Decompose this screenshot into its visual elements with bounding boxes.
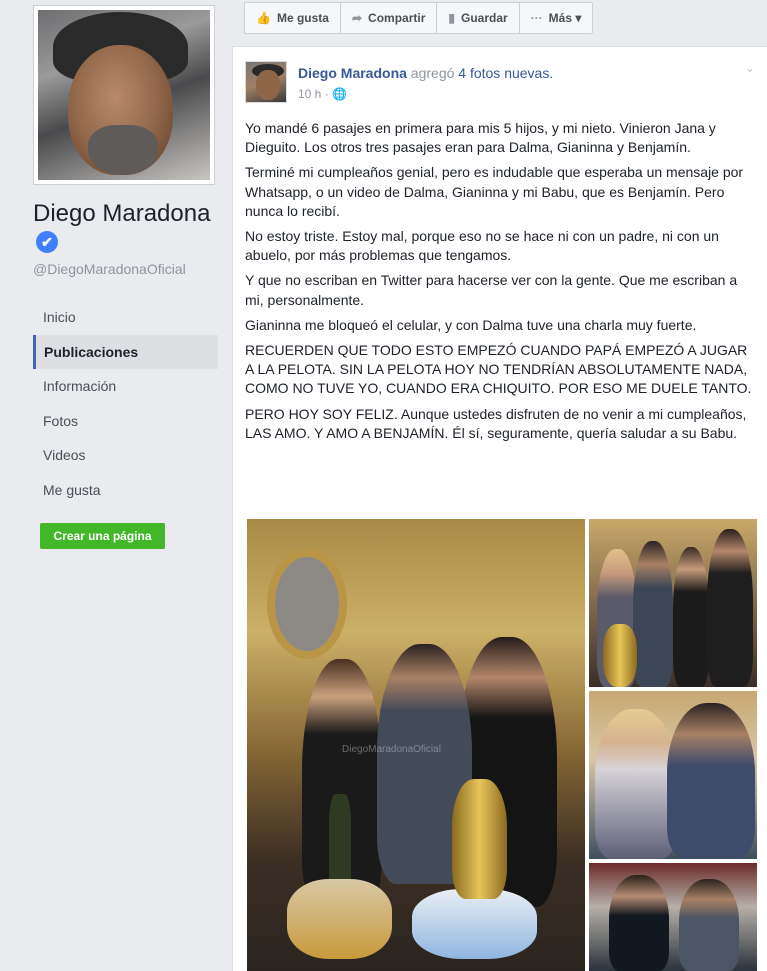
post-paragraph: Gianinna me bloqueó el celular, y con Da… — [245, 316, 697, 333]
page-nav: Inicio Publicaciones Información Fotos V… — [33, 300, 218, 507]
like-page-button[interactable]: 👍 Me gusta — [244, 2, 341, 34]
post-paragraph: PERO HOY SOY FELIZ. Aunque ustedes disfr… — [245, 405, 747, 441]
cake-left — [287, 879, 392, 959]
dot-separator: · — [324, 87, 329, 101]
nav-item-publicaciones[interactable]: Publicaciones — [33, 334, 218, 369]
page-name-text[interactable]: Diego Maradona — [33, 200, 210, 227]
page-handle: @DiegoMaradonaOficial — [33, 261, 186, 277]
more-label: Más ▾ — [548, 11, 582, 25]
post-author-avatar[interactable] — [245, 61, 287, 103]
globe-icon: 🌐 — [332, 87, 347, 101]
create-page-button[interactable]: Crear una página — [40, 523, 165, 549]
bookmark-icon: ▮ — [448, 11, 455, 25]
share-arrow-icon: ➦ — [351, 11, 363, 25]
photo-thumb-3[interactable] — [589, 863, 757, 971]
post-author-link[interactable]: Diego Maradona — [298, 65, 407, 81]
photo-watermark: DiegoMaradonaOficial — [342, 744, 441, 755]
like-label: Me gusta — [276, 11, 329, 25]
post-action-text: agregó — [410, 65, 455, 81]
post-meta: 10 h · 🌐 — [298, 87, 347, 101]
photo-thumb-1[interactable] — [589, 519, 757, 687]
post-text: Yo mandé 6 pasajes en primera para mis 5… — [245, 119, 757, 449]
share-button[interactable]: ➦ Compartir — [340, 2, 438, 34]
photo-grid: DiegoMaradonaOficial — [247, 519, 757, 971]
mirror-decoration — [267, 549, 347, 659]
more-button[interactable]: ··· Más ▾ — [519, 2, 594, 34]
profile-photo — [38, 10, 210, 180]
post-paragraph: Terminé mi cumpleaños genial, pero es in… — [245, 164, 744, 219]
chevron-down-icon[interactable]: ⌄ — [745, 61, 755, 75]
page-title[interactable]: Diego Maradona ✔ — [33, 200, 223, 256]
post-timestamp[interactable]: 10 h — [298, 87, 321, 101]
trophy-cake — [452, 779, 507, 899]
nav-item-videos[interactable]: Videos — [33, 438, 218, 473]
share-label: Compartir — [368, 11, 426, 25]
verified-badge-icon: ✔ — [36, 231, 58, 253]
cake-right — [412, 889, 537, 959]
post-paragraph: RECUERDEN QUE TODO ESTO EMPEZÓ CUANDO PA… — [245, 342, 752, 397]
nav-item-fotos[interactable]: Fotos — [33, 404, 218, 439]
nav-item-me-gusta[interactable]: Me gusta — [33, 473, 218, 508]
left-column: Diego Maradona ✔ @DiegoMaradonaOficial In… — [0, 0, 232, 971]
post-header: Diego Maradona agregó 4 fotos nuevas. — [298, 65, 553, 81]
save-button[interactable]: ▮ Guardar — [437, 2, 520, 34]
post-card: Diego Maradona agregó 4 fotos nuevas. 10… — [232, 46, 767, 971]
profile-picture[interactable] — [33, 5, 215, 185]
post-paragraph: No estoy triste. Estoy mal, porque eso n… — [245, 228, 719, 264]
page-action-bar: 👍 Me gusta ➦ Compartir ▮ Guardar ··· Más… — [244, 2, 594, 34]
nav-item-informacion[interactable]: Información — [33, 369, 218, 404]
photo-main[interactable]: DiegoMaradonaOficial — [247, 519, 585, 971]
photo-thumb-2[interactable] — [589, 691, 757, 859]
photos-link[interactable]: 4 fotos nuevas. — [458, 65, 553, 81]
thumbs-up-icon: 👍 — [256, 11, 271, 25]
post-paragraph: Yo mandé 6 pasajes en primera para mis 5… — [245, 120, 716, 156]
more-dots-icon: ··· — [530, 11, 543, 25]
nav-item-inicio[interactable]: Inicio — [33, 300, 218, 335]
save-label: Guardar — [460, 11, 508, 25]
post-paragraph: Y que no escriban en Twitter para hacers… — [245, 272, 738, 308]
